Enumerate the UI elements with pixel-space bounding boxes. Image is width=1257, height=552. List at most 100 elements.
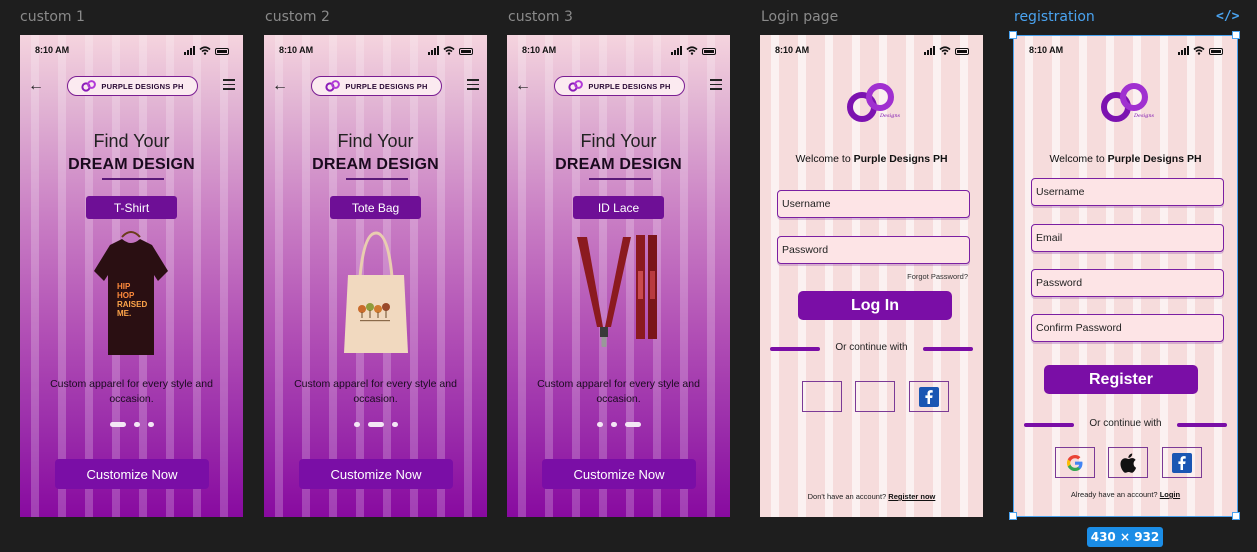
signal-icon	[671, 46, 682, 55]
battery-icon	[1209, 48, 1223, 55]
wifi-icon	[443, 46, 455, 55]
product-description: Custom apparel for every style and occas…	[294, 378, 457, 405]
status-bar: 8:10 AM	[264, 45, 487, 59]
customize-now-button[interactable]: Customize Now	[299, 459, 453, 489]
or-continue-divider: Or continue with	[770, 342, 973, 354]
resize-handle-top-right[interactable]	[1232, 31, 1240, 39]
logo-icon	[81, 80, 97, 92]
battery-icon	[702, 48, 716, 55]
wifi-icon	[686, 46, 698, 55]
google-icon	[1067, 454, 1083, 471]
frame-label-custom-1[interactable]: custom 1	[20, 9, 85, 25]
facebook-icon	[919, 386, 939, 407]
login-button[interactable]: Log In	[798, 291, 952, 320]
login-link[interactable]: Login	[1160, 490, 1180, 499]
carousel-dots[interactable]	[20, 422, 243, 427]
apple-login-button[interactable]	[855, 381, 895, 412]
hero-line-1: Find Your	[93, 131, 170, 151]
category-chip[interactable]: Tote Bag	[330, 196, 421, 219]
email-field[interactable]: Email	[1031, 224, 1224, 252]
logo-icon	[568, 80, 584, 92]
forgot-password-link[interactable]: Forgot Password?	[907, 272, 968, 281]
resize-handle-bottom-right[interactable]	[1232, 512, 1240, 520]
facebook-login-button[interactable]	[1162, 447, 1202, 478]
brand-name: PURPLE DESIGNS PH	[588, 81, 671, 91]
confirm-password-field[interactable]: Confirm Password	[1031, 314, 1224, 342]
username-field[interactable]: Username	[777, 190, 970, 218]
password-field[interactable]: Password	[1031, 269, 1224, 297]
customize-now-button[interactable]: Customize Now	[55, 459, 209, 489]
status-time: 8:10 AM	[279, 45, 314, 55]
battery-icon	[955, 48, 969, 55]
category-chip[interactable]: ID Lace	[573, 196, 664, 219]
resize-handle-top-left[interactable]	[1009, 31, 1017, 39]
tshirt-print-2: HOP	[117, 291, 135, 300]
register-prompt: Don't have an account? Register now	[807, 492, 936, 501]
carousel-dots[interactable]	[264, 422, 487, 427]
hero-line-2: DREAM DESIGN	[68, 156, 195, 173]
status-bar: 8:10 AM	[20, 45, 243, 59]
brand-pill[interactable]: PURPLE DESIGNS PH	[311, 76, 442, 96]
google-login-button[interactable]	[1055, 447, 1095, 478]
battery-icon	[459, 48, 473, 55]
frame-custom-2[interactable]: 8:10 AM ← PURPLE DESIGNS PH Find Your DR…	[264, 35, 487, 517]
hero-underline	[102, 178, 164, 180]
tshirt-print-4: ME.	[117, 309, 131, 318]
product-description: Custom apparel for every style and occas…	[537, 378, 700, 405]
code-icon[interactable]: </>	[1216, 9, 1239, 24]
customize-now-button[interactable]: Customize Now	[542, 459, 696, 489]
frame-label-registration[interactable]: registration	[1014, 9, 1095, 25]
frame-custom-1[interactable]: 8:10 AM ← PURPLE DESIGNS PH Find Your DR…	[20, 35, 243, 517]
carousel-dots[interactable]	[507, 422, 730, 427]
status-bar: 8:10 AM	[1014, 45, 1237, 59]
brand-pill[interactable]: PURPLE DESIGNS PH	[67, 76, 198, 96]
wifi-icon	[199, 46, 211, 55]
hero-line-1: Find Your	[337, 131, 414, 151]
menu-icon[interactable]	[223, 79, 235, 90]
product-image-tote-bag	[264, 231, 487, 361]
back-arrow-icon[interactable]: ←	[28, 78, 44, 94]
status-time: 8:10 AM	[1029, 45, 1064, 55]
login-prompt: Already have an account? Login	[1070, 490, 1181, 499]
frame-registration[interactable]: 8:10 AM Designs Welcome to Purple Design…	[1014, 35, 1237, 517]
brand-pill[interactable]: PURPLE DESIGNS PH	[554, 76, 685, 96]
back-arrow-icon[interactable]: ←	[515, 78, 531, 94]
or-continue-divider: Or continue with	[1024, 418, 1227, 430]
product-image-id-lace	[507, 231, 730, 361]
frame-label-custom-2[interactable]: custom 2	[265, 9, 330, 25]
tshirt-print-1: HIP	[117, 282, 131, 291]
status-bar: 8:10 AM	[760, 45, 983, 59]
back-arrow-icon[interactable]: ←	[272, 78, 288, 94]
google-login-button[interactable]	[802, 381, 842, 412]
hero-underline	[589, 178, 651, 180]
username-field[interactable]: Username	[1031, 178, 1224, 206]
signal-icon	[1178, 46, 1189, 55]
signal-icon	[924, 46, 935, 55]
frame-label-login-page[interactable]: Login page	[761, 9, 838, 25]
apple-icon	[1120, 453, 1137, 473]
category-chip[interactable]: T-Shirt	[86, 196, 177, 219]
svg-text:Designs: Designs	[879, 113, 900, 119]
menu-icon[interactable]	[467, 79, 479, 90]
signal-icon	[184, 46, 195, 55]
brand-name: PURPLE DESIGNS PH	[101, 81, 184, 91]
logo-icon	[325, 80, 341, 92]
apple-login-button[interactable]	[1108, 447, 1148, 478]
frame-label-custom-3[interactable]: custom 3	[508, 9, 573, 25]
brand-logo-icon: Designs	[1100, 83, 1154, 122]
facebook-login-button[interactable]	[909, 381, 949, 412]
svg-text:Designs: Designs	[1133, 113, 1154, 119]
product-image-tshirt: HIP HOP RAISED ME.	[20, 231, 243, 361]
menu-icon[interactable]	[710, 79, 722, 90]
resize-handle-bottom-left[interactable]	[1009, 512, 1017, 520]
tshirt-print-3: RAISED	[117, 300, 147, 309]
hero-underline	[346, 178, 408, 180]
status-time: 8:10 AM	[35, 45, 70, 55]
frame-login-page[interactable]: 8:10 AM Designs Welcome to Purple Design…	[760, 35, 983, 517]
register-now-link[interactable]: Register now	[888, 492, 935, 501]
frame-custom-3[interactable]: 8:10 AM ← PURPLE DESIGNS PH Find Your DR…	[507, 35, 730, 517]
status-time: 8:10 AM	[522, 45, 557, 55]
wifi-icon	[1193, 46, 1205, 55]
register-button[interactable]: Register	[1044, 365, 1198, 394]
password-field[interactable]: Password	[777, 236, 970, 264]
